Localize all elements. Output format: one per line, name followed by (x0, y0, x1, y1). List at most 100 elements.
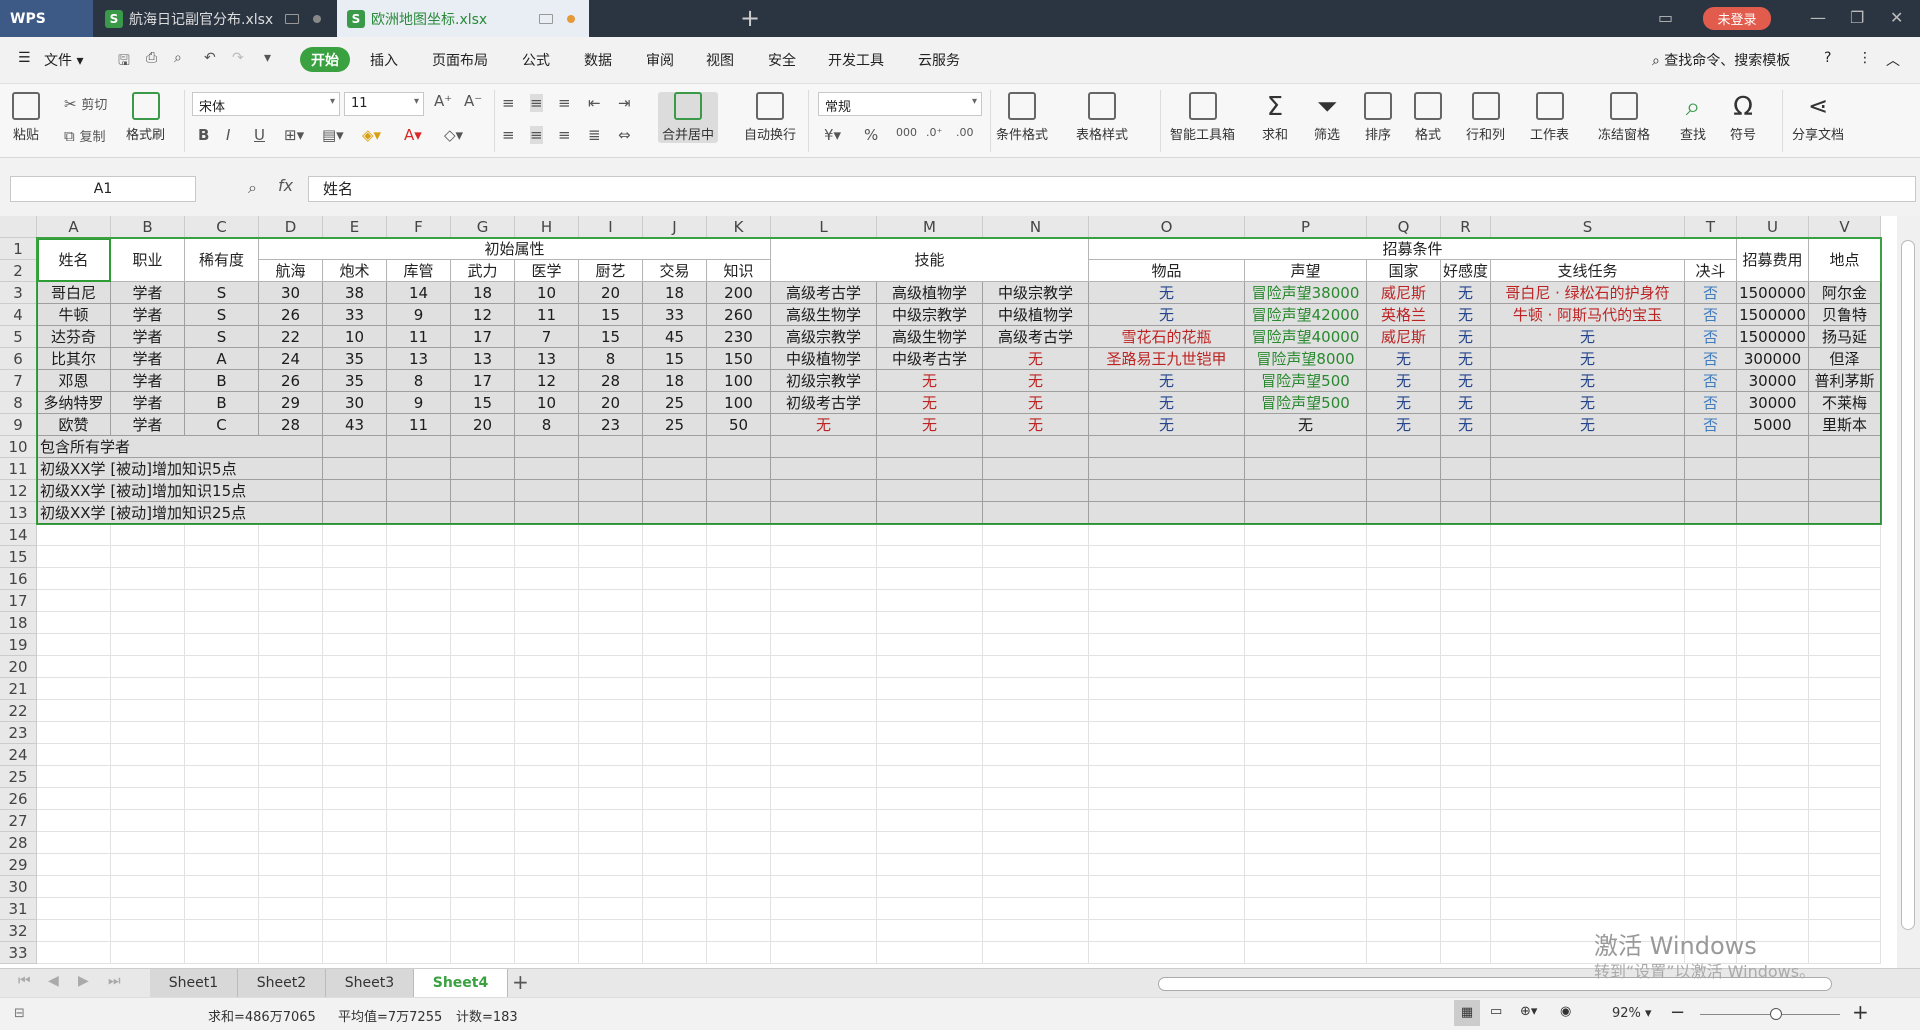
empty-cell[interactable] (515, 634, 579, 656)
empty-cell[interactable] (185, 832, 259, 854)
empty-cell[interactable] (37, 568, 111, 590)
cell-fee[interactable]: 30000 (1737, 392, 1809, 414)
empty-cell[interactable] (37, 942, 111, 964)
menu-dev-tools[interactable]: 开发工具 (828, 50, 884, 70)
empty-cell[interactable] (111, 942, 185, 964)
empty-cell[interactable] (877, 744, 983, 766)
border-icon[interactable]: ⊞▾ (284, 126, 304, 144)
cell-attr[interactable]: 8 (515, 414, 579, 436)
empty-cell[interactable] (877, 546, 983, 568)
help-icon[interactable]: ? (1824, 50, 1831, 66)
empty-cell[interactable] (643, 678, 707, 700)
row-col-button[interactable]: 行和列 (1466, 92, 1505, 143)
row-header[interactable]: 26 (0, 788, 37, 810)
empty-cell[interactable] (1089, 546, 1245, 568)
percent-icon[interactable]: % (864, 126, 878, 144)
empty-cell[interactable] (1685, 678, 1737, 700)
empty-cell[interactable] (877, 656, 983, 678)
column-header[interactable]: K (707, 216, 771, 238)
align-middle-icon[interactable]: ≡ (530, 94, 543, 112)
empty-cell[interactable] (1809, 546, 1881, 568)
empty-cell[interactable] (877, 722, 983, 744)
table-cell[interactable] (1441, 436, 1491, 458)
column-header[interactable]: D (259, 216, 323, 238)
empty-cell[interactable] (387, 524, 451, 546)
empty-cell[interactable] (1809, 700, 1881, 722)
empty-cell[interactable] (983, 744, 1089, 766)
empty-cell[interactable] (1809, 810, 1881, 832)
cell-sidequest[interactable]: 牛顿 · 阿斯马代的宝玉 (1491, 304, 1685, 326)
empty-cell[interactable] (1367, 920, 1441, 942)
empty-cell[interactable] (111, 722, 185, 744)
cell-item[interactable]: 无 (1089, 392, 1245, 414)
row-header[interactable]: 19 (0, 634, 37, 656)
empty-cell[interactable] (877, 942, 983, 964)
currency-icon[interactable]: ¥▾ (824, 126, 841, 144)
empty-cell[interactable] (1685, 656, 1737, 678)
cell-item[interactable]: 无 (1089, 304, 1245, 326)
empty-cell[interactable] (983, 590, 1089, 612)
empty-cell[interactable] (1245, 524, 1367, 546)
empty-cell[interactable] (643, 546, 707, 568)
table-cell[interactable] (1245, 436, 1367, 458)
print-icon[interactable]: ⎙ (146, 50, 157, 66)
empty-cell[interactable] (515, 832, 579, 854)
table-cell[interactable] (1441, 502, 1491, 524)
empty-cell[interactable] (1491, 612, 1685, 634)
column-header[interactable]: S (1491, 216, 1685, 238)
table-cell[interactable] (387, 502, 451, 524)
empty-cell[interactable] (1367, 656, 1441, 678)
empty-cell[interactable] (1245, 722, 1367, 744)
cell-fee[interactable]: 1500000 (1737, 304, 1809, 326)
indent-increase-icon[interactable]: ⇥ (618, 94, 631, 112)
empty-cell[interactable] (111, 590, 185, 612)
empty-cell[interactable] (1809, 766, 1881, 788)
empty-cell[interactable] (771, 656, 877, 678)
increase-decimal-icon[interactable]: .0⁺ (926, 126, 942, 139)
empty-cell[interactable] (451, 590, 515, 612)
empty-cell[interactable] (1685, 612, 1737, 634)
cell-location[interactable]: 普利茅斯 (1809, 370, 1881, 392)
table-cell[interactable] (1491, 436, 1685, 458)
cell-favor[interactable]: 无 (1441, 392, 1491, 414)
empty-cell[interactable] (1809, 854, 1881, 876)
table-cell[interactable] (1245, 480, 1367, 502)
empty-cell[interactable] (1089, 744, 1245, 766)
empty-cell[interactable] (877, 920, 983, 942)
empty-cell[interactable] (1245, 590, 1367, 612)
number-format-select[interactable]: 常规 (818, 92, 982, 116)
column-header[interactable]: F (387, 216, 451, 238)
empty-cell[interactable] (579, 788, 643, 810)
sheet-tab-2[interactable]: Sheet2 (238, 969, 326, 997)
row-header[interactable]: 11 (0, 458, 37, 480)
decrease-decimal-icon[interactable]: .00 (956, 126, 974, 139)
table-cell[interactable] (579, 436, 643, 458)
empty-cell[interactable] (983, 942, 1089, 964)
header-attr[interactable]: 航海 (259, 260, 323, 282)
underline-icon[interactable]: U (254, 126, 265, 144)
empty-cell[interactable] (37, 898, 111, 920)
empty-cell[interactable] (983, 898, 1089, 920)
menu-security[interactable]: 安全 (768, 50, 796, 70)
empty-cell[interactable] (1685, 722, 1737, 744)
column-header[interactable]: L (771, 216, 877, 238)
empty-cell[interactable] (643, 788, 707, 810)
empty-cell[interactable] (1367, 546, 1441, 568)
empty-cell[interactable] (579, 876, 643, 898)
cell-attr[interactable]: 15 (643, 348, 707, 370)
cell-attr[interactable]: 100 (707, 370, 771, 392)
empty-cell[interactable] (643, 590, 707, 612)
cell-attr[interactable]: 20 (451, 414, 515, 436)
cell-attr[interactable]: 45 (643, 326, 707, 348)
empty-cell[interactable] (707, 656, 771, 678)
cell-name[interactable]: 达芬奇 (37, 326, 111, 348)
cell-skill[interactable]: 高级生物学 (771, 304, 877, 326)
empty-cell[interactable] (579, 524, 643, 546)
cell-attr[interactable]: 12 (515, 370, 579, 392)
table-cell[interactable] (1089, 480, 1245, 502)
empty-cell[interactable] (1809, 832, 1881, 854)
empty-cell[interactable] (451, 568, 515, 590)
zoom-formula-icon[interactable]: ⌕ (248, 178, 257, 198)
empty-cell[interactable] (185, 590, 259, 612)
next-sheet-icon[interactable]: ▶ (78, 973, 89, 989)
